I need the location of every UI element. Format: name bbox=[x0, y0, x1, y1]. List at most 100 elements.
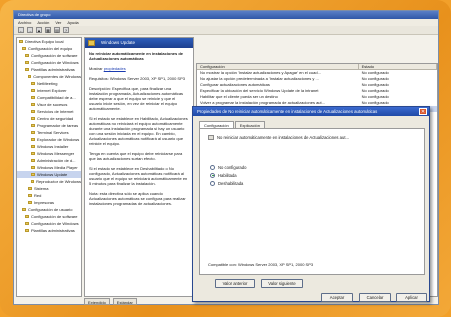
close-icon[interactable]: ✕ bbox=[419, 108, 427, 115]
tree-item[interactable]: Red bbox=[17, 192, 81, 199]
column-status[interactable]: Estado bbox=[359, 64, 437, 69]
radio-enabled[interactable]: Habilitada bbox=[210, 171, 246, 179]
tree-item-label: Programador de tareas bbox=[37, 123, 79, 128]
tree-item[interactable]: Servicios de Internet bbox=[17, 108, 81, 115]
show-label: Mostrar bbox=[89, 66, 103, 71]
folder-icon bbox=[25, 222, 29, 225]
tab-extended[interactable]: Extendido bbox=[84, 298, 110, 305]
tab-explicacion[interactable]: Explicación bbox=[234, 121, 265, 128]
folder-icon bbox=[28, 194, 32, 197]
radio-icon bbox=[210, 164, 215, 170]
folder-icon bbox=[25, 68, 29, 71]
tree-item-label: Plantillas administrativas bbox=[31, 228, 75, 233]
tree-item[interactable]: Sistema bbox=[17, 185, 81, 192]
tree-item[interactable]: Windows Messenger bbox=[17, 150, 81, 157]
back-arrow-icon[interactable]: ← bbox=[18, 27, 24, 33]
tree-item[interactable]: Impresoras bbox=[17, 199, 81, 206]
tree-item[interactable]: Directiva Equipo local bbox=[17, 38, 81, 45]
folder-icon bbox=[31, 145, 35, 148]
folder-icon bbox=[31, 152, 35, 155]
folder-icon bbox=[31, 89, 35, 92]
description-header: Windows Update bbox=[85, 38, 193, 48]
menu-ayuda[interactable]: Ayuda bbox=[67, 19, 78, 26]
ok-button[interactable]: Aceptar bbox=[321, 293, 353, 302]
policy-title: No reiniciar automáticamente en instalac… bbox=[89, 51, 184, 61]
tree-item[interactable]: Centro de seguridad bbox=[17, 115, 81, 122]
folder-icon bbox=[31, 124, 35, 127]
tree-item-label: Windows Messenger bbox=[37, 151, 75, 156]
tree-item[interactable]: Windows Installer bbox=[17, 143, 81, 150]
forward-arrow-icon[interactable]: → bbox=[27, 27, 33, 33]
tab-panel: No reiniciar automáticamente en instalac… bbox=[199, 128, 425, 275]
next-setting-button[interactable]: Valor siguiente bbox=[261, 279, 303, 288]
description-paragraph: Tenga en cuenta que el equipo debe reini… bbox=[89, 151, 183, 161]
radio-disabled[interactable]: Deshabilitada bbox=[210, 179, 246, 187]
tree-item-label: Impresoras bbox=[34, 200, 55, 205]
cancel-button[interactable]: Cancelar bbox=[359, 293, 391, 302]
tree-item-label: Administración de d... bbox=[37, 158, 76, 163]
tree-item[interactable]: Reproductor de Windows bbox=[17, 178, 81, 185]
folder-icon bbox=[31, 110, 35, 113]
menu-ver[interactable]: Ver bbox=[55, 19, 61, 26]
toolbar: ← → ▲ ▦ ▤ ? bbox=[14, 26, 438, 35]
radio-label: Deshabilitada bbox=[218, 180, 244, 186]
folder-icon bbox=[31, 131, 35, 134]
tree-item-label: Visor de sucesos bbox=[37, 102, 68, 107]
apply-button[interactable]: Aplicar bbox=[396, 293, 427, 302]
tree-item[interactable]: Compatibilidad de a... bbox=[17, 94, 81, 101]
show-tree-icon[interactable]: ▦ bbox=[45, 27, 51, 33]
menu-accion[interactable]: Acción bbox=[37, 19, 49, 26]
tree-item-label: Compatibilidad de a... bbox=[37, 95, 76, 100]
folder-icon bbox=[25, 61, 29, 64]
tree-item[interactable]: Plantillas administrativas bbox=[17, 227, 81, 234]
tab-configuracion[interactable]: Configuración bbox=[199, 121, 234, 128]
tree-item-label: Red bbox=[34, 193, 42, 198]
tree-item[interactable]: Visor de sucesos bbox=[17, 101, 81, 108]
folder-icon bbox=[31, 117, 35, 120]
tree-item[interactable]: Configuración de software bbox=[17, 52, 81, 59]
tab-standard[interactable]: Estándar bbox=[112, 298, 137, 305]
tree-item[interactable]: Administración de d... bbox=[17, 157, 81, 164]
tree-item[interactable]: Plantillas administrativas bbox=[17, 66, 81, 73]
tree-item[interactable]: Windows Update bbox=[17, 171, 81, 178]
tree-item[interactable]: Configuración de usuario bbox=[17, 206, 81, 213]
folder-icon bbox=[19, 40, 23, 43]
tree-item-label: Windows Update bbox=[37, 172, 68, 177]
properties-icon[interactable]: ▤ bbox=[54, 27, 60, 33]
tree-item-label: Windows Installer bbox=[37, 144, 69, 149]
tree-item[interactable]: Configuración de Windows bbox=[17, 220, 81, 227]
folder-icon bbox=[28, 75, 32, 78]
tree-item-label: NetMeeting bbox=[37, 81, 58, 86]
help-icon[interactable]: ? bbox=[63, 27, 69, 33]
tree-item[interactable]: Componentes de Windows bbox=[17, 73, 81, 80]
dialog-title: Propiedades de No reiniciar automáticame… bbox=[193, 107, 429, 116]
folder-icon bbox=[31, 159, 35, 162]
column-setting[interactable]: Configuración bbox=[197, 64, 359, 69]
tree-item[interactable]: Programador de tareas bbox=[17, 122, 81, 129]
tree-item[interactable]: NetMeeting bbox=[17, 80, 81, 87]
tree-item[interactable]: Configuración del equipo bbox=[17, 45, 81, 52]
requirements-text: Requisitos: Windows Server 2003, XP SP1,… bbox=[89, 76, 185, 81]
radio-label: Habilitada bbox=[218, 172, 237, 178]
folder-icon bbox=[25, 229, 29, 232]
folder-icon bbox=[31, 103, 35, 106]
show-properties-link[interactable]: propiedades bbox=[104, 66, 126, 71]
folder-icon bbox=[31, 138, 35, 141]
folder-icon bbox=[22, 47, 26, 50]
tree-item[interactable]: Internet Explorer bbox=[17, 87, 81, 94]
tree-item[interactable]: Configuración de software bbox=[17, 213, 81, 220]
tree-item-label: Configuración de software bbox=[31, 53, 78, 58]
up-folder-icon[interactable]: ▲ bbox=[36, 27, 42, 33]
radio-label: No configurado bbox=[218, 164, 247, 170]
tree-item[interactable]: Explorador de Windows bbox=[17, 136, 81, 143]
previous-setting-button[interactable]: Valor anterior bbox=[215, 279, 255, 288]
tree-item[interactable]: Configuración de Windows bbox=[17, 59, 81, 66]
tree-item[interactable]: Windows Media Player bbox=[17, 164, 81, 171]
tree-item-label: Directiva Equipo local bbox=[25, 39, 64, 44]
tree-item-label: Configuración de software bbox=[31, 214, 78, 219]
radio-not-configured[interactable]: No configurado bbox=[210, 163, 246, 171]
description-paragraph: Descripción: Especifica que, para finali… bbox=[89, 86, 184, 111]
tree-item[interactable]: Terminal Services bbox=[17, 129, 81, 136]
window-titlebar: Directiva de grupo bbox=[14, 11, 438, 19]
menu-archivo[interactable]: Archivo bbox=[18, 19, 31, 26]
